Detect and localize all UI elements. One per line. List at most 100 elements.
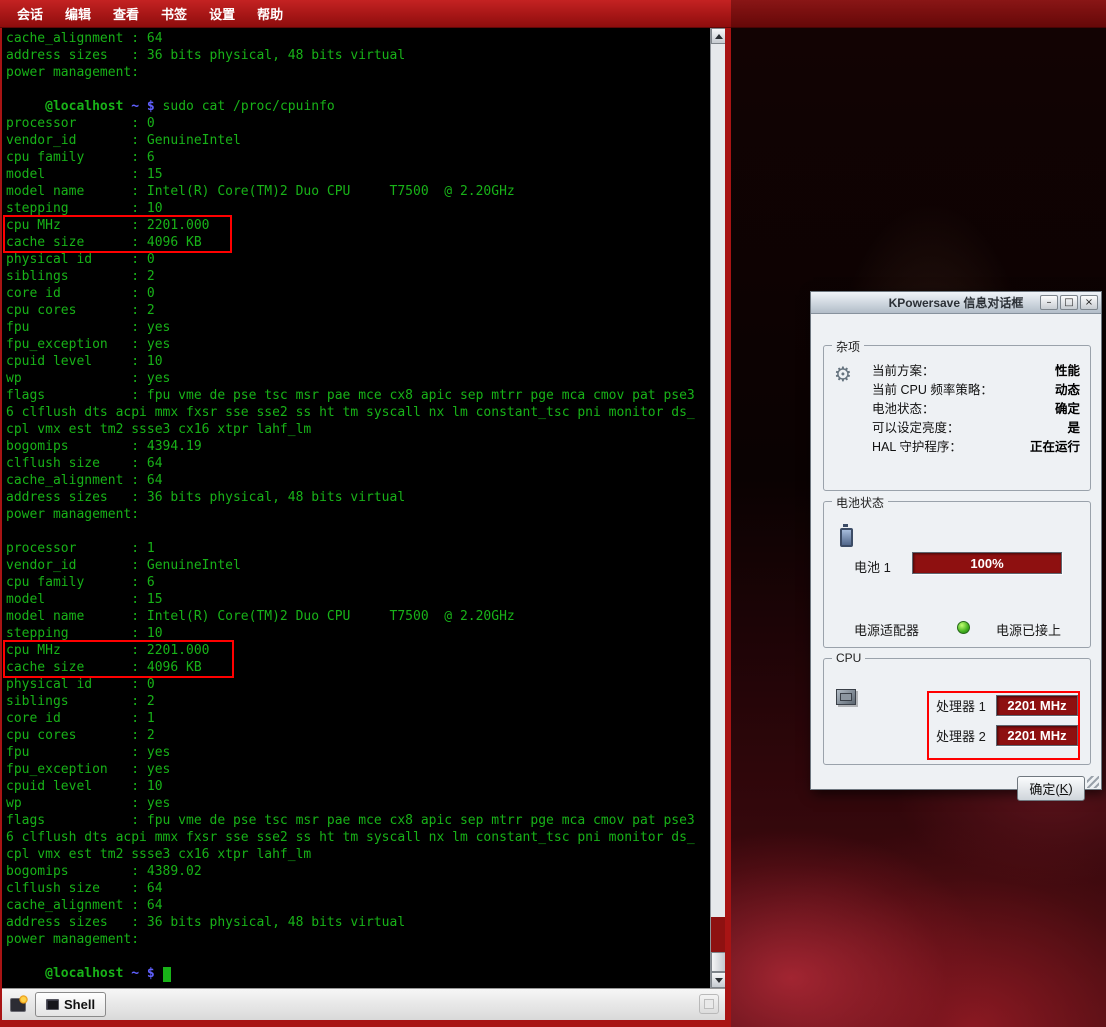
session-list-button[interactable] [699, 994, 719, 1014]
cpu-frequency-bar: 2201 MHz [996, 725, 1078, 746]
terminal-line: cpu MHz : 2201.000 [6, 217, 709, 234]
info-value: 确定 [1055, 400, 1080, 419]
terminal-line: address sizes : 36 bits physical, 48 bit… [6, 489, 709, 506]
terminal-line: 6 clflush dts acpi mmx fxsr sse sse2 ss … [6, 404, 709, 421]
info-value: 正在运行 [1030, 438, 1080, 457]
terminal-line: bogomips : 4389.02 [6, 863, 709, 880]
terminal-scrollbar[interactable] [710, 28, 725, 988]
terminal-line: wp : yes [6, 795, 709, 812]
terminal-line: vendor_id : GenuineIntel [6, 557, 709, 574]
terminal-line: bogomips : 4394.19 [6, 438, 709, 455]
terminal-line: fpu : yes [6, 319, 709, 336]
processor-label: 处理器 2 [936, 726, 988, 745]
ok-button[interactable]: 确定(K) [1017, 776, 1085, 801]
info-label: 当前方案： [872, 362, 935, 381]
gear-icon: ⚙ [834, 362, 852, 386]
terminal-line: stepping : 10 [6, 625, 709, 642]
terminal-menubar: 会话 编辑 查看 书签 设置 帮助 [0, 0, 1106, 28]
close-button[interactable]: × [1080, 295, 1098, 310]
battery-progress-bar: 100% [912, 552, 1062, 574]
terminal-line: wp : yes [6, 370, 709, 387]
terminal-line: siblings : 2 [6, 268, 709, 285]
info-row: HAL 守护程序： 正在运行 [872, 438, 1080, 457]
kpowersave-dialog: KPowersave 信息对话框 – □ × 杂项 ⚙ 当前方案：性能当前 CP… [810, 291, 1102, 790]
menu-view[interactable]: 查看 [102, 0, 150, 28]
scrollbar-marker [711, 917, 725, 952]
terminal-line: fpu : yes [6, 744, 709, 761]
new-session-button[interactable] [6, 993, 30, 1017]
terminal-line [6, 523, 709, 540]
terminal-line: processor : 1 [6, 540, 709, 557]
terminal-line: power management: [6, 64, 709, 81]
terminal-line: cpuid level : 10 [6, 778, 709, 795]
terminal-line [6, 948, 709, 965]
tab-shell-label: Shell [64, 997, 95, 1012]
terminal-icon [46, 999, 59, 1010]
terminal-line [6, 81, 709, 98]
minimize-button[interactable]: – [1040, 295, 1058, 310]
terminal-line: cpu MHz : 2201.000 [6, 642, 709, 659]
terminal-line: processor : 0 [6, 115, 709, 132]
terminal-line: cpu family : 6 [6, 149, 709, 166]
terminal-line: fpu_exception : yes [6, 761, 709, 778]
terminal-line: model name : Intel(R) Core(TM)2 Duo CPU … [6, 608, 709, 625]
maximize-button[interactable]: □ [1060, 295, 1078, 310]
info-value: 是 [1067, 419, 1080, 438]
dialog-body: 杂项 ⚙ 当前方案：性能当前 CPU 频率策略：动态电池状态：确定可以设定亮度：… [811, 314, 1101, 790]
info-label: 可以设定亮度： [872, 419, 960, 438]
info-value: 性能 [1055, 362, 1080, 381]
terminal-line: address sizes : 36 bits physical, 48 bit… [6, 47, 709, 64]
terminal-tabbar: Shell [2, 988, 725, 1020]
ac-adapter-label: 电源适配器 [854, 620, 919, 639]
terminal-line: physical id : 0 [6, 676, 709, 693]
info-row: 当前 CPU 频率策略： 动态 [872, 381, 1080, 400]
scroll-down-button[interactable] [711, 972, 725, 988]
info-value: 动态 [1055, 381, 1080, 400]
cpu-rows: 处理器 12201 MHz 处理器 2 2201 MHz [824, 659, 1090, 764]
info-label: 当前 CPU 频率策略： [872, 381, 993, 400]
terminal-line: flags : fpu vme de pse tsc msr pae mce c… [6, 812, 709, 829]
new-session-icon [10, 998, 26, 1012]
terminal-line: model : 15 [6, 591, 709, 608]
info-label: HAL 守护程序： [872, 438, 962, 457]
scrollbar-thumb[interactable] [711, 952, 725, 972]
group-battery: 电池状态 电池 1 100% 电源适配器 电源已接上 [823, 501, 1091, 648]
menu-bookmarks[interactable]: 书签 [150, 0, 198, 28]
menu-help[interactable]: 帮助 [246, 0, 294, 28]
menu-session[interactable]: 会话 [6, 0, 54, 28]
terminal-line: fpu_exception : yes [6, 336, 709, 353]
terminal-line: cache_alignment : 64 [6, 472, 709, 489]
terminal-line: flags : fpu vme de pse tsc msr pae mce c… [6, 387, 709, 404]
terminal-line: core id : 1 [6, 710, 709, 727]
terminal-cursor [163, 967, 171, 982]
terminal-line: cpl vmx est tm2 ssse3 cx16 xtpr lahf_lm [6, 421, 709, 438]
menu-settings[interactable]: 设置 [198, 0, 246, 28]
terminal-line: vendor_id : GenuineIntel [6, 132, 709, 149]
terminal-line: siblings : 2 [6, 693, 709, 710]
terminal-line: stepping : 10 [6, 200, 709, 217]
cpu-row: 处理器 12201 MHz [936, 695, 1078, 716]
info-label: 电池状态： [872, 400, 935, 419]
ac-adapter-led-icon [957, 621, 970, 634]
terminal-window: cache_alignment : 64address sizes : 36 b… [0, 28, 731, 1027]
ok-label-suffix: ) [1068, 781, 1072, 796]
misc-rows: 当前方案：性能当前 CPU 频率策略：动态电池状态：确定可以设定亮度：是HAL … [872, 362, 1080, 457]
terminal-line: cpl vmx est tm2 ssse3 cx16 xtpr lahf_lm [6, 846, 709, 863]
scroll-up-button[interactable] [711, 28, 725, 44]
cpu-frequency-bar: 2201 MHz [996, 695, 1078, 716]
dialog-titlebar[interactable]: KPowersave 信息对话框 – □ × [811, 292, 1101, 314]
battery-1-label: 电池 1 [854, 557, 891, 576]
terminal-line: cpu family : 6 [6, 574, 709, 591]
desktop: 会话 编辑 查看 书签 设置 帮助 cache_alignment : 64ad… [0, 0, 1106, 1027]
terminal-output[interactable]: cache_alignment : 64address sizes : 36 b… [6, 30, 709, 982]
terminal-line: physical id : 0 [6, 251, 709, 268]
menu-edit[interactable]: 编辑 [54, 0, 102, 28]
resize-grip[interactable] [1087, 776, 1099, 788]
window-controls: – □ × [1040, 295, 1098, 310]
terminal-line: cache size : 4096 KB [6, 659, 709, 676]
arrow-up-icon [715, 34, 723, 39]
tab-shell[interactable]: Shell [35, 992, 106, 1017]
terminal-line: @localhost ~ $ sudo cat /proc/cpuinfo [6, 98, 709, 115]
terminal-line: address sizes : 36 bits physical, 48 bit… [6, 914, 709, 931]
ac-adapter-status: 电源已接上 [996, 620, 1061, 639]
